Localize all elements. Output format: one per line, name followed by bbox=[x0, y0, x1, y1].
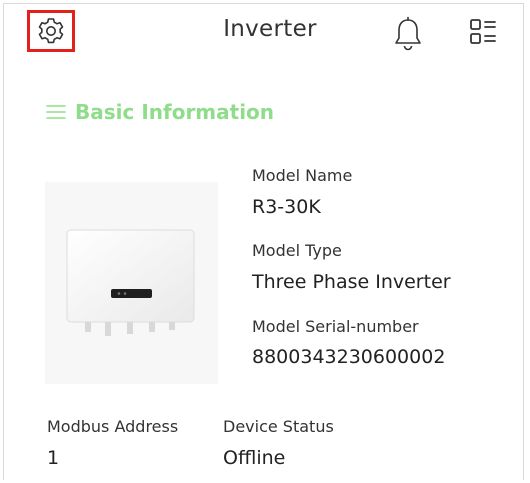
menu-grid-icon bbox=[470, 19, 496, 44]
settings-button[interactable] bbox=[27, 10, 75, 52]
device-status-value: Offline bbox=[223, 447, 286, 469]
notifications-button[interactable] bbox=[392, 15, 424, 53]
section-header: Basic Information bbox=[45, 100, 274, 124]
model-name-value: R3-30K bbox=[252, 196, 321, 218]
page-title: Inverter bbox=[223, 16, 317, 42]
inverter-image bbox=[45, 182, 218, 384]
top-bar: Inverter bbox=[0, 0, 530, 68]
bell-icon bbox=[395, 16, 421, 51]
settings-icon bbox=[38, 18, 64, 44]
inverter-illustration bbox=[66, 229, 195, 336]
device-status-label: Device Status bbox=[223, 417, 334, 436]
serial-number-label: Model Serial-number bbox=[252, 317, 419, 336]
model-type-value: Three Phase Inverter bbox=[252, 271, 451, 293]
modbus-address-value: 1 bbox=[47, 447, 60, 469]
modbus-address-label: Modbus Address bbox=[47, 417, 179, 436]
model-type-label: Model Type bbox=[252, 241, 342, 260]
serial-number-value: 8800343230600002 bbox=[252, 346, 446, 368]
section-title: Basic Information bbox=[75, 100, 275, 124]
model-name-label: Model Name bbox=[252, 166, 353, 185]
menu-button[interactable] bbox=[468, 17, 498, 47]
list-icon bbox=[46, 105, 66, 119]
